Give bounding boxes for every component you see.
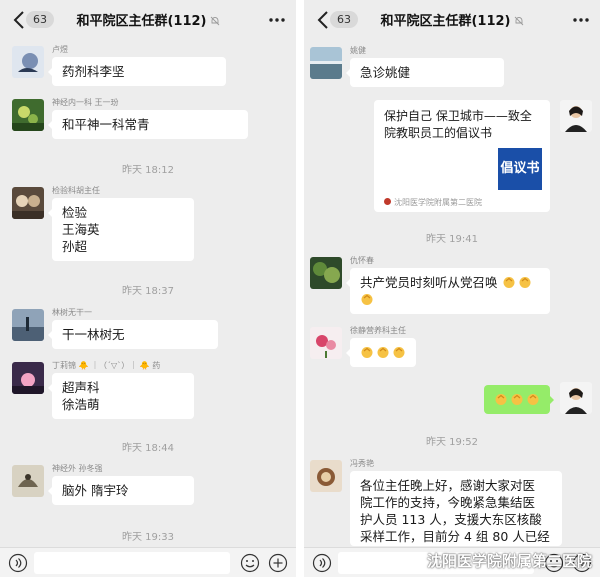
- message-bubble[interactable]: 干一林树无: [48, 320, 218, 349]
- message-bubble[interactable]: [346, 338, 416, 367]
- sender-name: 林树无干一: [52, 308, 92, 317]
- article-thumbnail: 倡议书: [498, 148, 542, 190]
- mute-bell-icon: [210, 16, 219, 26]
- sender-name: 姚健: [350, 46, 366, 55]
- more-dots-icon[interactable]: [268, 17, 286, 23]
- sender-name: 检验科胡主任: [52, 186, 100, 195]
- avatar[interactable]: [12, 99, 44, 131]
- avatar[interactable]: [12, 362, 44, 394]
- sender-name: 徐静营养科主任: [350, 326, 406, 335]
- message-bubble[interactable]: 各位主任晚上好，感谢大家对医 院工作的支持，今晚紧急集结医 护人员 113 人，…: [350, 471, 562, 546]
- avatar[interactable]: [12, 465, 44, 497]
- self-avatar[interactable]: [560, 382, 592, 414]
- sender-name: 仇怀春: [350, 256, 374, 265]
- timestamp: 昨天 18:44: [122, 443, 174, 454]
- avatar[interactable]: [12, 46, 44, 78]
- hands-emoji-icon: [503, 277, 514, 288]
- chat-title: 和平院区主任群(112): [304, 10, 600, 29]
- sender-name: 冯秀艳: [350, 459, 374, 468]
- message-bubble[interactable]: 检验 王海英 孙超: [48, 198, 194, 261]
- message-input[interactable]: [34, 552, 230, 574]
- avatar[interactable]: [310, 460, 342, 492]
- voice-icon[interactable]: [8, 553, 28, 573]
- avatar[interactable]: [310, 327, 342, 359]
- hands-emoji-icon: [393, 347, 405, 358]
- chat-header: 63 和平院区主任群(112): [0, 0, 296, 40]
- sender-name: 卢煜: [52, 45, 68, 54]
- shared-article-card[interactable]: 保护自己 保卫城市——致全院教职员工的倡议书 倡议书 沈阳医学院附属第二医院: [374, 100, 550, 212]
- message-bubble[interactable]: 药剂科李坚: [48, 57, 226, 86]
- message-bubble[interactable]: 共产党员时刻听从党召唤: [346, 268, 550, 314]
- mute-bell-icon: [514, 16, 523, 26]
- message-bubble[interactable]: 脑外 隋宇玲: [48, 476, 194, 505]
- article-source: 沈阳医学院附属第二医院: [384, 197, 482, 208]
- source-logo-icon: [384, 198, 391, 205]
- hands-emoji-icon: [519, 277, 530, 288]
- hands-emoji-icon: [377, 347, 389, 358]
- chat-window-right: 63 和平院区主任群(112) 姚健 急诊姚健 保护自己 保卫城市——致全院教职…: [304, 0, 600, 577]
- more-dots-icon[interactable]: [572, 17, 590, 23]
- timestamp: 昨天 19:41: [426, 234, 478, 245]
- hands-emoji-icon: [361, 294, 373, 305]
- emoji-face-icon[interactable]: [240, 553, 260, 573]
- chat-header: 63 和平院区主任群(112): [304, 0, 600, 40]
- avatar[interactable]: [310, 257, 342, 289]
- avatar[interactable]: [310, 47, 342, 79]
- message-bubble[interactable]: 急诊姚健: [346, 58, 504, 87]
- self-avatar[interactable]: [560, 100, 592, 132]
- chat-title: 和平院区主任群(112): [0, 10, 296, 29]
- hands-emoji-icon: [511, 394, 523, 405]
- article-title: 保护自己 保卫城市——致全院教职员工的倡议书: [384, 109, 532, 140]
- sender-name: 神经内一科 王一玢: [52, 98, 119, 107]
- message-bubble[interactable]: 超声科 徐浩萌: [48, 373, 194, 419]
- sender-name: 神经外 孙冬强: [52, 464, 103, 473]
- input-bar: [0, 547, 296, 577]
- self-message-bubble[interactable]: [484, 385, 554, 414]
- hands-emoji-icon: [527, 394, 539, 405]
- timestamp: 昨天 18:37: [122, 286, 174, 297]
- chat-window-left: 63 和平院区主任群(112) 卢煜 药剂科李坚 神经内一科 王一玢 和平神一科…: [0, 0, 296, 577]
- message-bubble[interactable]: 和平神一科常青: [48, 110, 248, 139]
- timestamp: 昨天 18:12: [122, 165, 174, 176]
- voice-icon[interactable]: [312, 553, 332, 573]
- timestamp: 昨天 19:33: [122, 532, 174, 543]
- sender-name: 丁莉锦 🐥 ｜（ˊ▽ˋ）｜ 🐥 药: [52, 361, 161, 370]
- panel-divider: [296, 0, 304, 577]
- avatar[interactable]: [12, 309, 44, 341]
- timestamp: 昨天 19:52: [426, 437, 478, 448]
- hands-emoji-icon: [495, 394, 507, 405]
- avatar[interactable]: [12, 187, 44, 219]
- hands-emoji-icon: [361, 347, 373, 358]
- plus-icon[interactable]: [268, 553, 288, 573]
- watermark: 沈阳医学院附属第二医院: [426, 552, 592, 570]
